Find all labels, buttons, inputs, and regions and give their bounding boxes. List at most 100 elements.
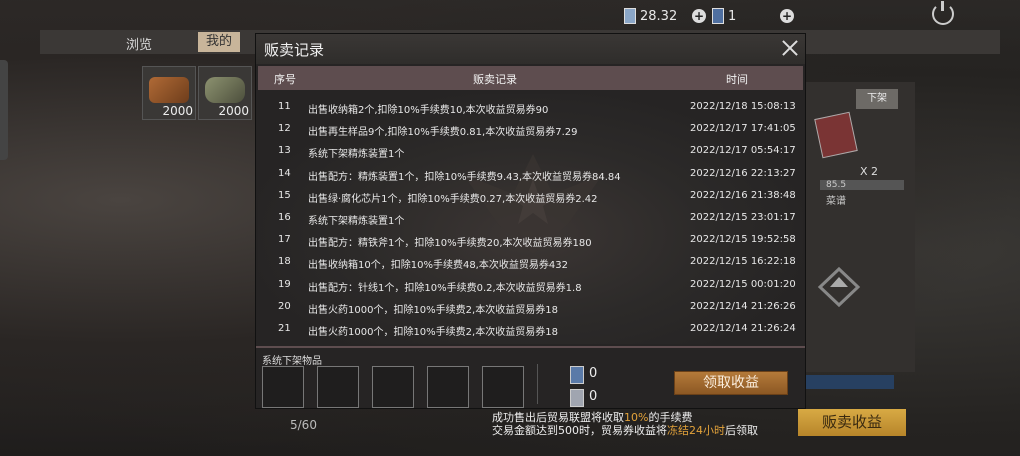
row-number: 15: [278, 189, 291, 201]
item-value-text: 85.5: [826, 180, 847, 190]
divider: [256, 346, 805, 348]
row-number: 18: [278, 256, 291, 268]
table-row: 17 出售配方：精铁斧1个，扣除10%手续费20,本次收益贸易券180 2022/1…: [258, 231, 803, 253]
row-record: 出售配方：精铁斧1个，扣除10%手续费20,本次收益贸易券180: [308, 238, 592, 250]
tab-mine[interactable]: 我的: [198, 32, 241, 52]
row-number: 20: [278, 300, 291, 312]
wood-logs-icon: [149, 77, 189, 103]
trade-ticket-value: 0: [589, 366, 598, 381]
table-row: 20 出售火药1000个，扣除10%手续费2,本次收益贸易券18 2022/12/1…: [258, 298, 803, 320]
row-time: 2022/12/14 21:26:26: [690, 300, 796, 312]
fee-info-line-2: 交易金额达到500时，贸易券收益将冻结24小时后领取: [492, 424, 758, 437]
row-time: 2022/12/18 15:08:13: [690, 101, 796, 112]
arrow-up-down-icon[interactable]: [812, 265, 867, 310]
row-number: 11: [278, 101, 291, 112]
offshelf-slot[interactable]: [262, 366, 304, 408]
close-icon[interactable]: [779, 37, 801, 59]
row-record: 出售配方：精炼装置1个，扣除10%手续费9.43,本次收益贸易券84.84: [308, 171, 621, 183]
recipe-label: 菜谱: [826, 196, 846, 207]
add-card-button[interactable]: +: [780, 9, 794, 23]
row-record: 系统下架精炼装置1个: [308, 149, 405, 161]
info-text: 的手续费: [648, 411, 693, 424]
table-row: 19 出售配方：针线1个，扣除10%手续费0.2,本次收益贸易券1.8 2022/1…: [258, 276, 803, 298]
power-icon[interactable]: [932, 1, 954, 25]
card-icon: [712, 8, 724, 24]
table-row: 18 出售收纳箱10个，扣除10%手续费48,本次收益贸易券432 2022/12/…: [258, 253, 803, 275]
row-time: 2022/12/15 19:52:58: [690, 234, 796, 246]
offshelf-button[interactable]: 下架: [856, 89, 898, 109]
offshelf-slot[interactable]: [427, 366, 469, 408]
row-number: 16: [278, 212, 291, 223]
device-side-button: [0, 60, 8, 160]
add-ticket-button[interactable]: +: [692, 9, 706, 23]
info-text: 后领取: [725, 424, 758, 437]
offshelf-slot[interactable]: [317, 366, 359, 408]
row-record: 出售火药1000个，扣除10%手续费2,本次收益贸易券18: [308, 304, 558, 316]
modal-title: 贩卖记录: [264, 41, 325, 59]
card-ticket-icon: [570, 389, 584, 407]
inventory-slot-metal[interactable]: 2000: [198, 66, 252, 120]
ticket-resource: 28.32: [624, 8, 677, 24]
table-row: 21 出售火药1000个，扣除10%手续费2,本次收益贸易券18 2022/12/1…: [258, 320, 803, 342]
info-highlight: 冻结24小时: [667, 424, 725, 437]
card-ticket-value: 0: [589, 389, 598, 404]
row-time: 2022/12/15 16:22:18: [690, 256, 796, 268]
table-row: 12 出售再生样品9个,扣除10%手续费0.81,本次收益贸易券7.29 2022/…: [258, 120, 803, 142]
ticket-value: 28.32: [640, 8, 678, 24]
row-record: 系统下架精炼装置1个: [308, 216, 405, 227]
item-count: 2000: [162, 104, 193, 118]
trade-ticket-icon: [570, 366, 584, 384]
info-highlight: 10%: [624, 411, 649, 424]
fee-info: 成功售出后贸易联盟将收取10%的手续费 交易金额达到500时，贸易券收益将冻结2…: [492, 411, 758, 437]
page-indicator: 5/60: [290, 418, 317, 432]
row-record: 出售配方：针线1个，扣除10%手续费0.2,本次收益贸易券1.8: [308, 282, 582, 294]
row-number: 17: [278, 234, 291, 246]
row-time: 2022/12/16 22:13:27: [690, 167, 796, 179]
item-count: 2000: [218, 104, 249, 118]
sell-income-button[interactable]: 贩卖收益: [798, 409, 906, 436]
row-time: 2022/12/15 23:01:17: [690, 212, 796, 223]
sales-record-modal: 贩卖记录 序号 贩卖记录 时间 11 出售收纳箱2个,扣除10%手续费10,本次收…: [256, 34, 805, 408]
row-time: 2022/12/16 21:38:48: [690, 189, 796, 201]
row-time: 2022/12/15 00:01:20: [690, 278, 796, 290]
table-header: 序号 贩卖记录 时间: [258, 66, 803, 90]
top-resource-bar: 28.32 + 1 +: [0, 0, 1020, 30]
modal-header: 贩卖记录: [256, 34, 805, 64]
table-row: 13 系统下架精炼装置1个 2022/12/17 05:54:17: [258, 142, 803, 164]
inventory-slot-wood[interactable]: 2000: [142, 66, 196, 120]
offshelf-slot[interactable]: [482, 366, 524, 408]
row-number: 14: [278, 167, 291, 179]
row-number: 21: [278, 323, 291, 334]
item-value: 85.5: [820, 180, 904, 190]
row-record: 出售绿·腐化芯片1个，扣除10%手续费0.27,本次收益贸易券2.42: [308, 193, 598, 205]
col-no-header: 序号: [274, 73, 296, 86]
records-list[interactable]: 11 出售收纳箱2个,扣除10%手续费10,本次收益贸易券90 2022/12/18…: [258, 94, 803, 344]
row-time: 2022/12/14 21:26:24: [690, 323, 796, 334]
divider: [537, 364, 538, 404]
row-number: 19: [278, 278, 291, 290]
row-number: 12: [278, 123, 291, 135]
metal-scrap-icon: [205, 77, 245, 103]
col-record-header: 贩卖记录: [473, 73, 517, 86]
table-row: 15 出售绿·腐化芯片1个，扣除10%手续费0.27,本次收益贸易券2.42 202…: [258, 187, 803, 209]
ticket-icon: [624, 8, 636, 24]
row-record: 出售收纳箱2个,扣除10%手续费10,本次收益贸易券90: [308, 105, 549, 116]
fee-info-line-1: 成功售出后贸易联盟将收取10%的手续费: [492, 411, 758, 424]
row-record: 出售火药1000个，扣除10%手续费2,本次收益贸易券18: [308, 327, 558, 338]
row-time: 2022/12/17 17:41:05: [690, 123, 796, 135]
claim-income-button[interactable]: 领取收益: [674, 371, 788, 395]
col-time-header: 时间: [726, 73, 748, 86]
row-record: 出售再生样品9个,扣除10%手续费0.81,本次收益贸易券7.29: [308, 127, 578, 139]
row-time: 2022/12/17 05:54:17: [690, 145, 796, 157]
card-value: 1: [728, 8, 737, 24]
offshelf-slot[interactable]: [372, 366, 414, 408]
item-quantity: X 2: [860, 165, 879, 178]
table-row: 11 出售收纳箱2个,扣除10%手续费10,本次收益贸易券90 2022/12/18…: [258, 98, 803, 120]
offshelf-items-label: 系统下架物品: [262, 356, 322, 367]
row-record: 出售收纳箱10个，扣除10%手续费48,本次收益贸易券432: [308, 260, 568, 272]
tab-browse[interactable]: 浏览: [126, 34, 152, 53]
info-text: 交易金额达到500时，贸易券收益将: [492, 424, 667, 437]
info-text: 成功售出后贸易联盟将收取: [492, 411, 624, 424]
table-row: 14 出售配方：精炼装置1个，扣除10%手续费9.43,本次收益贸易券84.84 2…: [258, 165, 803, 187]
row-number: 13: [278, 145, 291, 157]
